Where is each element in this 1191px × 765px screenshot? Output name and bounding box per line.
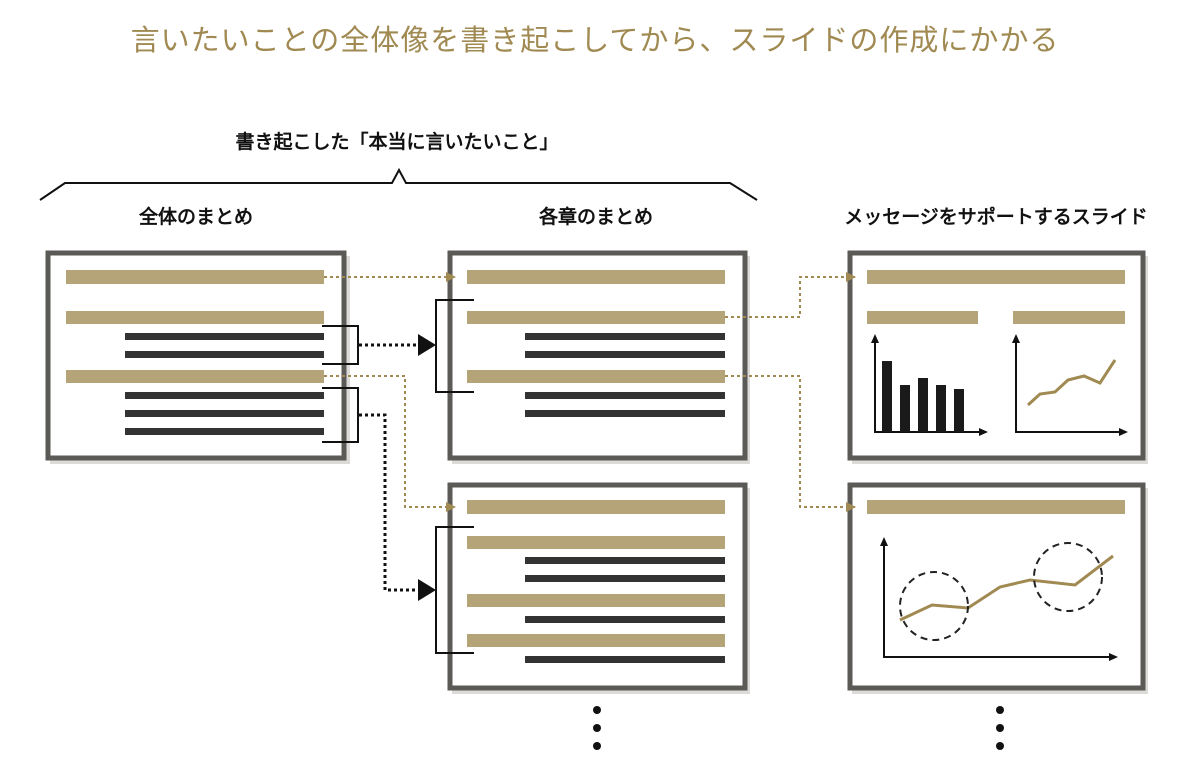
detail-bar (125, 410, 324, 417)
ellipsis-icon (593, 706, 601, 750)
chapter-summary-card (447, 482, 750, 694)
slide-message-bar (867, 500, 1125, 514)
diagram: 言いたいことの全体像を書き起こしてから、スライドの作成にかかる 書き起こした「本… (39, 23, 1148, 750)
chapter-summary-card (447, 250, 750, 464)
bar (954, 389, 964, 432)
chapter-heading-bar (66, 311, 324, 324)
bar (882, 361, 892, 432)
detail-bar (525, 557, 725, 564)
column-label-chapters: 各章のまとめ (538, 205, 653, 228)
detail-bar (525, 392, 725, 399)
column-label-overall: 全体のまとめ (138, 205, 253, 228)
chapter-heading-bar (467, 270, 725, 284)
chart-title-bar (1013, 311, 1125, 324)
detail-bar (525, 656, 725, 663)
overall-summary-card (45, 250, 350, 464)
detail-bar (125, 392, 324, 399)
section-heading-bar (467, 634, 725, 647)
bar (936, 385, 946, 432)
diagram-title: 言いたいことの全体像を書き起こしてから、スライドの作成にかかる (131, 23, 1060, 57)
slide-message-bar (867, 270, 1125, 284)
ellipsis-icon (996, 706, 1004, 750)
bar (900, 385, 910, 432)
triangle-arrow-icon (418, 579, 436, 601)
detail-bar (125, 351, 324, 358)
chapter-heading-bar (467, 500, 725, 514)
brace (39, 167, 758, 201)
slide-card (847, 482, 1148, 694)
section-heading-bar (467, 311, 725, 324)
detail-bar (125, 428, 324, 435)
detail-bar (525, 333, 725, 340)
detail-bar (125, 333, 324, 340)
slide-card (847, 250, 1148, 464)
detail-bar (525, 575, 725, 582)
brace-label: 書き起こした「本当に言いたいこと」 (235, 130, 558, 153)
triangle-arrow-icon (418, 334, 436, 356)
detail-bar (525, 410, 725, 417)
connector-black (359, 413, 420, 592)
detail-bar (525, 616, 725, 623)
chapter-heading-bar (66, 370, 324, 383)
detail-bar (525, 351, 725, 358)
column-label-slides: メッセージをサポートするスライド (844, 205, 1148, 228)
bar (918, 378, 928, 432)
summary-heading-bar (66, 270, 324, 284)
chart-title-bar (867, 311, 978, 324)
section-heading-bar (467, 594, 725, 607)
section-heading-bar (467, 370, 725, 383)
section-heading-bar (467, 536, 725, 549)
